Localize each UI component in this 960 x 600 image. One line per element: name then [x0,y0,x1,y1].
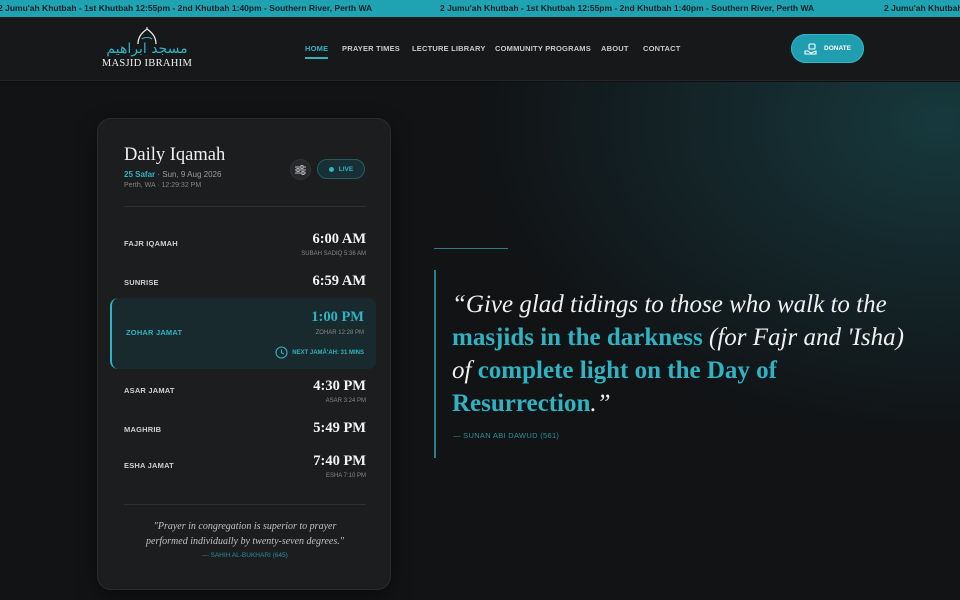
prayer-name: MAGHRIB [124,425,162,434]
donate-button[interactable]: DONATE [791,34,864,63]
nav-prayer-times[interactable]: PRAYER TIMES [342,44,400,53]
prayer-start-time: ESHA 7:10 PM [325,473,366,479]
live-dot-icon [328,166,334,172]
ticker-text: 2 Jumu'ah Khutbah - 1st Khutbah 12:55pm … [440,3,815,13]
settings-button[interactable] [290,159,311,180]
nav-home[interactable]: HOME [305,44,329,59]
ticker-text: 2 Jumu'ah Khutbah - 1st Khutbah 12:55pm … [0,3,373,13]
hero-quote-source: — SUNAN ABI DAWUD (561) [453,431,560,440]
sliders-icon [295,164,306,175]
next-jamat-indicator: NEXT JAMĀ'AH: 31 MINS [275,346,364,359]
location-time: Perth, WA · 12:29:32 PM [124,182,202,189]
site-logo[interactable]: مسجد ابراهيم MASJID IBRAHIM [98,27,196,73]
hijri-date: 25 Safar [124,170,156,179]
quote-accent-rule [434,248,508,249]
prayer-row-zohar-highlighted: ZOHAR JAMAT 1:00 PM ZOHAR 12:28 PM NEXT … [110,298,376,369]
divider [124,504,366,505]
card-quote-source: — SAHIH AL-BUKHARI (645) [202,552,288,559]
quote-line: performed individually by twenty-seven d… [146,536,344,547]
prayer-name: ESHA JAMAT [124,461,174,470]
nav-contact[interactable]: CONTACT [643,44,681,53]
ticker-text: 2 Jumu'ah Khutbah - 1st Khutbah 12:55pm … [884,3,960,13]
quote-part: “Give glad tidings to those who walk to … [452,291,887,318]
prayer-time: 5:49 PM [313,420,366,436]
card-title: Daily Iqamah [124,145,226,165]
hero-quote: “Give glad tidings to those who walk to … [452,288,922,420]
card-hadith-quote: "Prayer in congregation is superior to p… [118,519,372,549]
announcement-ticker: 2 Jumu'ah Khutbah - 1st Khutbah 12:55pm … [0,0,960,17]
quote-line: "Prayer in congregation is superior to p… [153,521,337,532]
next-jamat-label: NEXT JAMĀ'AH: 31 MINS [292,349,364,356]
prayer-name: ZOHAR JAMAT [126,328,183,337]
prayer-name: FAJR IQAMAH [124,239,178,248]
prayer-times-card: Daily Iqamah 25 Safar · Sun, 9 Aug 2026 … [97,118,391,590]
prayer-time: 6:00 AM [312,231,366,247]
prayer-start-time: ZOHAR 12:28 PM [315,330,364,336]
site-header: مسجد ابراهيم MASJID IBRAHIM HOME PRAYER … [0,17,960,81]
live-label: LIVE [338,165,354,173]
prayer-time: 7:40 PM [313,453,366,469]
donate-label: DONATE [824,45,851,52]
logo-name: MASJID IBRAHIM [101,58,193,69]
donate-hand-icon [804,42,817,55]
quote-side-bar [434,270,436,458]
quote-part: .” [590,390,611,417]
date-line: 25 Safar · Sun, 9 Aug 2026 [124,170,221,179]
prayer-time: 4:30 PM [313,378,366,394]
prayer-name: SUNRISE [124,278,159,287]
prayer-time: 1:00 PM [311,309,364,325]
live-badge: LIVE [317,159,365,179]
prayer-start-time: SUBAH SADIQ 5:36 AM [301,251,366,257]
nav-lecture-library[interactable]: LECTURE LIBRARY [412,44,486,53]
quote-highlight: complete light on the Day of Resurrectio… [452,357,777,417]
quote-highlight: masjids in the darkness [452,324,703,351]
gregorian-date: · Sun, 9 Aug 2026 [155,170,222,179]
nav-community-programs[interactable]: COMMUNITY PROGRAMS [495,44,591,53]
divider [124,206,366,207]
prayer-time: 6:59 AM [312,273,366,289]
nav-about[interactable]: ABOUT [601,44,629,53]
prayer-start-time: ASAR 3:24 PM [325,398,366,404]
prayer-name: ASAR JAMAT [124,386,175,395]
clock-icon [275,346,288,359]
logo-arabic-text: مسجد ابراهيم [106,41,188,57]
